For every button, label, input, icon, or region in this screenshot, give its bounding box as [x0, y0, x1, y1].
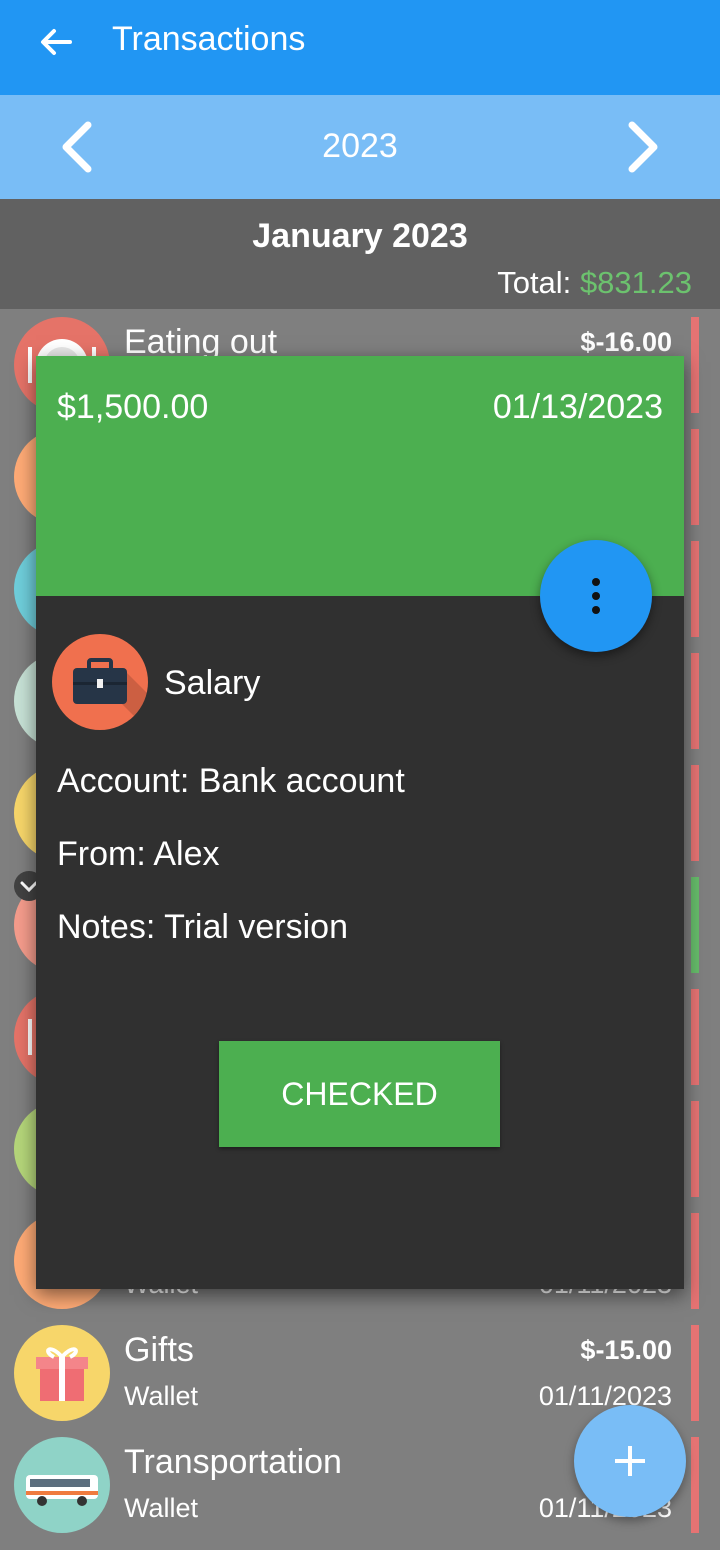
checked-button[interactable]: CHECKED: [219, 1041, 500, 1147]
dialog-category: Salary: [164, 664, 261, 702]
dialog-amount: $1,500.00: [57, 388, 209, 426]
transaction-type-stripe: [691, 989, 699, 1085]
total-label: Total:: [497, 265, 572, 300]
gift-icon: [14, 1325, 110, 1421]
more-vert-icon: [592, 578, 600, 614]
chevron-right-icon[interactable]: [626, 121, 662, 173]
dialog-date: 01/13/2023: [492, 388, 663, 426]
transaction-category: Gifts: [124, 1331, 194, 1369]
transaction-detail-dialog: $1,500.00 01/13/2023 Salary Account: Ban…: [36, 356, 684, 1289]
transaction-type-stripe: [691, 877, 699, 973]
year-label: 2023: [322, 127, 398, 165]
month-header: January 2023 Total: $831.23: [0, 199, 720, 309]
transaction-type-stripe: [691, 1325, 699, 1421]
add-transaction-button[interactable]: [574, 1405, 686, 1517]
month-title: January 2023: [252, 217, 468, 255]
bus-icon: [14, 1437, 110, 1533]
transaction-amount: $-16.00: [580, 327, 672, 357]
transaction-type-stripe: [691, 1437, 699, 1533]
dialog-from: From: Alex: [57, 835, 220, 873]
month-total: Total: $831.23: [497, 265, 692, 301]
transaction-type-stripe: [691, 765, 699, 861]
total-value: $831.23: [579, 265, 692, 300]
more-options-button[interactable]: [540, 540, 652, 652]
transaction-date: 01/11/2023: [538, 1381, 672, 1411]
transaction-type-stripe: [691, 653, 699, 749]
transaction-category: Transportation: [124, 1443, 342, 1481]
year-selector: 2023: [0, 95, 720, 199]
transaction-type-stripe: [691, 541, 699, 637]
transaction-type-stripe: [691, 429, 699, 525]
dialog-account: Account: Bank account: [57, 762, 405, 800]
back-arrow-icon[interactable]: [36, 22, 76, 62]
transaction-amount: $-15.00: [580, 1335, 672, 1365]
dialog-notes: Notes: Trial version: [57, 908, 348, 946]
transaction-account: Wallet: [124, 1493, 199, 1523]
app-bar: Transactions: [0, 0, 720, 95]
transaction-type-stripe: [691, 1213, 699, 1309]
transaction-account: Wallet: [124, 1381, 199, 1411]
briefcase-icon: [52, 634, 148, 730]
page-title: Transactions: [112, 20, 306, 58]
transaction-type-stripe: [691, 1101, 699, 1197]
transaction-type-stripe: [691, 317, 699, 413]
